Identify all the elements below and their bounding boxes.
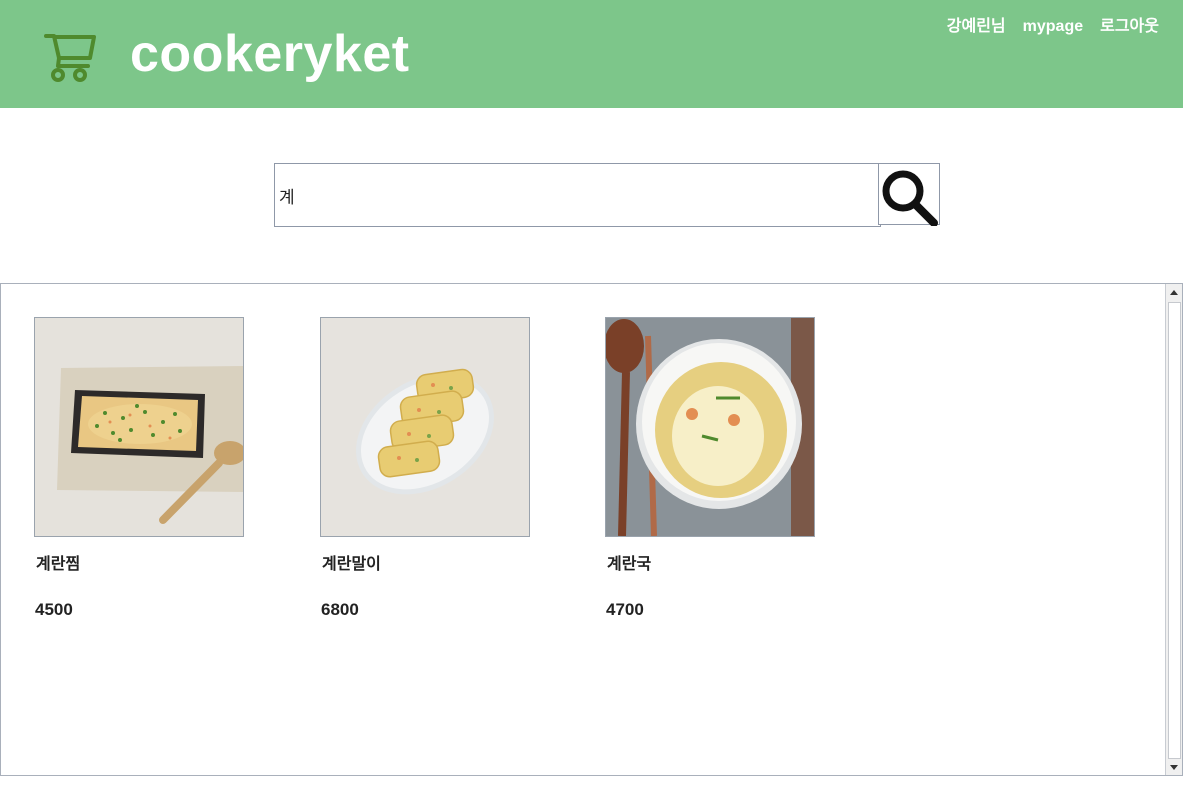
product-image[interactable] [320,317,530,537]
arrow-down-icon [1170,764,1178,770]
magnifier-icon [882,170,938,227]
mypage-link[interactable]: mypage [1023,16,1083,38]
scroll-down-button[interactable] [1166,759,1182,775]
product-price: 4500 [35,600,73,619]
site-logo[interactable]: cookeryket [130,22,410,86]
search-button[interactable] [878,163,940,227]
product-card[interactable]: 계란국 4700 [605,317,815,619]
product-image[interactable] [34,317,244,537]
scrollbar-thumb[interactable] [1168,302,1181,759]
scroll-up-button[interactable] [1166,284,1182,300]
product-name: 계란말이 [322,554,381,573]
product-price: 4700 [606,600,644,619]
product-name: 계란찜 [36,554,81,573]
product-price: 6800 [321,600,359,619]
shopping-cart-icon[interactable] [44,28,98,84]
product-image[interactable] [605,317,815,537]
logout-link[interactable]: 로그아웃 [1100,16,1159,38]
product-name: 계란국 [607,554,652,573]
arrow-up-icon [1170,289,1178,295]
header: cookeryket 강예린님 mypage 로그아웃 [0,0,1183,108]
product-card[interactable]: 계란찜 4500 [34,317,244,619]
user-nav: 강예린님 mypage 로그아웃 [947,16,1159,38]
user-name: 강예린님 [946,18,1006,35]
product-card[interactable]: 계란말이 6800 [320,317,530,619]
search-input[interactable] [274,163,881,227]
results-scrollbar[interactable] [1165,284,1182,775]
results-frame: 계란찜 4500 계란말이 6800 계란국 4700 [0,283,1183,776]
